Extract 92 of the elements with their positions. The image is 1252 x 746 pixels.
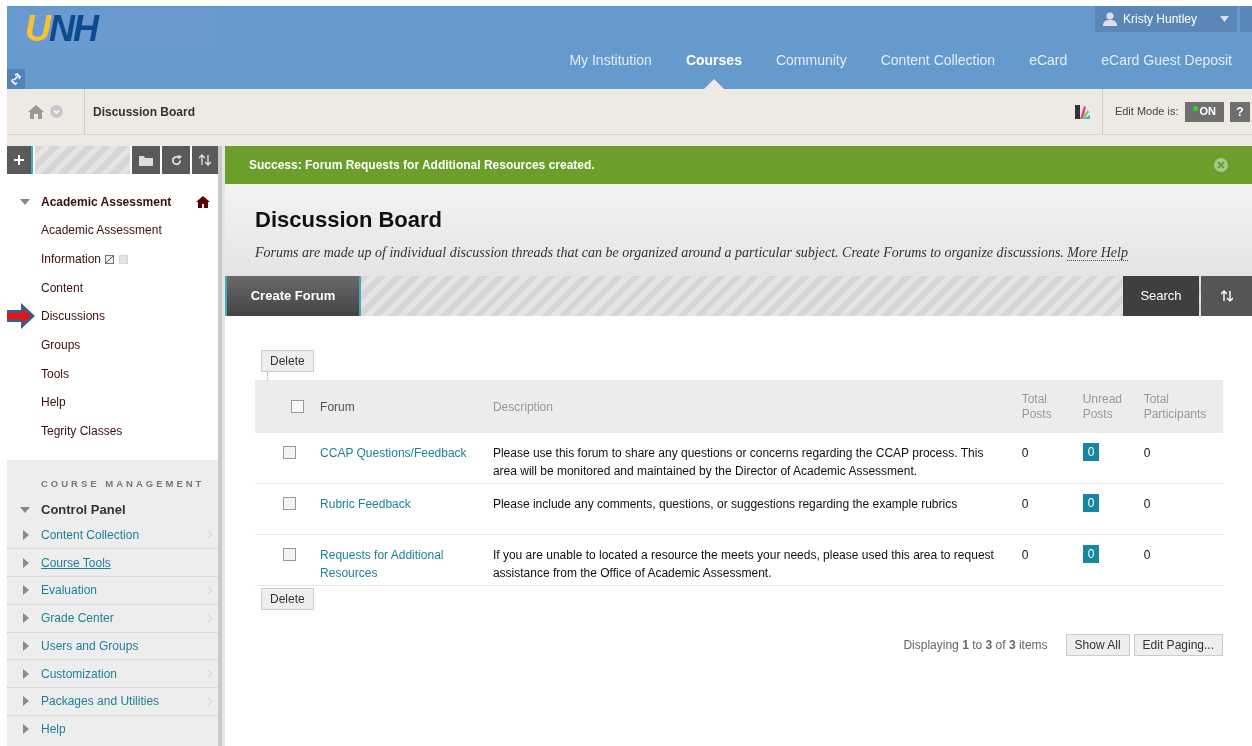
nav-tab[interactable]: eCard Guest Deposit <box>1101 50 1232 71</box>
caret-down-icon[interactable] <box>20 506 30 513</box>
user-icon <box>1103 12 1117 26</box>
forum-link[interactable]: CCAP Questions/Feedback <box>320 444 483 462</box>
course-menu-item[interactable]: Help <box>41 393 66 412</box>
add-button[interactable] <box>7 146 33 174</box>
select-all-checkbox[interactable] <box>291 400 304 413</box>
caret-right-icon[interactable] <box>23 640 29 651</box>
course-title[interactable]: Academic Assessment <box>41 193 196 211</box>
sort-button[interactable] <box>1201 276 1252 316</box>
caret-down-icon[interactable] <box>20 199 30 205</box>
caret-right-icon[interactable] <box>23 613 29 624</box>
plus-icon <box>14 155 24 165</box>
folder-icon[interactable] <box>132 146 160 174</box>
row-checkbox[interactable] <box>283 446 296 459</box>
control-panel-item[interactable]: Evaluation <box>41 581 208 600</box>
course-menu-item[interactable]: Academic Assessment <box>41 221 162 240</box>
nav-tab[interactable]: Courses <box>685 50 742 71</box>
chevron-circle-icon[interactable] <box>50 105 63 118</box>
control-panel-item[interactable]: Users and Groups <box>41 636 212 655</box>
participants-cell: 0 <box>1143 433 1223 484</box>
delete-button[interactable]: Delete <box>261 350 314 372</box>
total-posts-cell: 0 <box>1021 483 1083 535</box>
row-checkbox[interactable] <box>283 548 296 561</box>
page-description: Forums are made up of individual discussion threads that can be organized around a particular subject. Create Forums to organize discussions. More Help <box>255 244 1129 263</box>
caret-right-icon[interactable] <box>23 585 29 596</box>
edit-mode-toggle[interactable]: ON <box>1184 101 1224 122</box>
control-panel-item[interactable]: Help <box>41 719 212 738</box>
course-menu-item[interactable]: Tools <box>41 364 69 383</box>
color-palette-icon[interactable] <box>1074 104 1090 119</box>
caret-right-icon[interactable] <box>23 723 29 734</box>
create-forum-button[interactable]: Create Forum <box>225 276 361 316</box>
on-indicator-icon <box>1192 106 1198 111</box>
refresh-icon[interactable] <box>162 146 190 174</box>
unread-count[interactable]: 0 <box>1082 545 1100 563</box>
unread-count[interactable]: 0 <box>1082 494 1100 512</box>
sort-icon[interactable] <box>192 146 218 174</box>
search-button[interactable]: Search <box>1123 276 1199 316</box>
description-cell: Please use this forum to share any questions or concerns regarding the CCAP process. This area will be monitored and maintained by the Director of Academic Assessment. <box>492 433 1022 484</box>
description-cell: Please include any comments, questions, or suggestions regarding the example rubrics <box>492 483 1022 535</box>
edit-mode-label: Edit Mode is: <box>1114 104 1179 120</box>
course-menu-item[interactable]: Groups <box>41 336 81 355</box>
column-header[interactable]: Description <box>492 380 1022 433</box>
home-icon[interactable] <box>28 104 44 119</box>
section-heading: COURSE MANAGEMENT <box>40 476 206 491</box>
participants-cell: 0 <box>1143 483 1223 535</box>
caret-right-icon[interactable] <box>23 529 29 540</box>
forum-link[interactable]: Rubric Feedback <box>320 495 483 513</box>
caret-down-icon <box>1220 16 1229 22</box>
description-cell: If you are unable to located a resource the meets your needs, please used this area to request assistance from the Office of Academic Assessment. <box>492 534 1022 586</box>
forum-link[interactable]: Requests for Additional Resources <box>320 546 483 582</box>
course-menu-item[interactable]: Content <box>41 278 84 297</box>
close-icon[interactable] <box>1214 158 1228 172</box>
link-icon[interactable] <box>7 69 25 89</box>
sort-icon <box>1220 290 1233 302</box>
caret-right-icon[interactable] <box>23 696 29 707</box>
unread-count[interactable]: 0 <box>1082 443 1100 461</box>
nav-tab[interactable]: Content Collection <box>880 50 996 71</box>
paging-summary: Displaying 1 to 3 of 3 items <box>903 637 1048 654</box>
success-message: Success: Forum Requests for Additional Resources created. <box>249 157 596 174</box>
total-posts-cell: 0 <box>1021 433 1083 484</box>
breadcrumb-title: Discussion Board <box>93 103 197 121</box>
caret-right-icon[interactable] <box>23 668 29 679</box>
delete-button[interactable]: Delete <box>261 588 314 610</box>
course-menu-item[interactable]: Information <box>41 250 102 269</box>
total-posts-cell: 0 <box>1021 534 1083 586</box>
user-menu[interactable]: Kristy Huntley <box>1095 6 1237 32</box>
course-menu-item[interactable]: Discussions <box>41 307 106 326</box>
nav-tab[interactable]: Community <box>775 50 847 71</box>
nav-tab[interactable]: eCard <box>1029 50 1068 71</box>
more-help-link[interactable]: More Help <box>1067 245 1128 261</box>
control-panel-title[interactable]: Control Panel <box>41 500 126 520</box>
column-header[interactable]: Total Participants <box>1143 380 1223 433</box>
caret-right-icon[interactable] <box>23 557 29 568</box>
control-panel-item[interactable]: Packages and Utilities <box>41 692 208 711</box>
edit-paging-button[interactable]: Edit Paging... <box>1133 634 1223 656</box>
page-title: Discussion Board <box>255 206 444 234</box>
control-panel-item[interactable]: Customization <box>41 664 208 683</box>
control-panel-item[interactable]: Grade Center <box>41 609 208 628</box>
logo[interactable]: UNH <box>17 10 217 48</box>
show-all-button[interactable]: Show All <box>1065 634 1130 656</box>
column-header[interactable]: Unread Posts <box>1082 380 1144 433</box>
participants-cell: 0 <box>1143 534 1223 586</box>
nav-tab[interactable]: My Institution <box>569 50 652 71</box>
help-button[interactable]: ? <box>1230 101 1250 122</box>
home-icon <box>196 196 210 208</box>
control-panel-item[interactable]: Content Collection <box>41 525 208 544</box>
row-checkbox[interactable] <box>283 497 296 510</box>
course-menu-item[interactable]: Tegrity Classes <box>41 422 123 441</box>
control-panel-item[interactable]: Course Tools <box>41 553 212 572</box>
column-header[interactable]: Forum <box>320 380 493 433</box>
column-header[interactable]: Total Posts <box>1021 380 1083 433</box>
